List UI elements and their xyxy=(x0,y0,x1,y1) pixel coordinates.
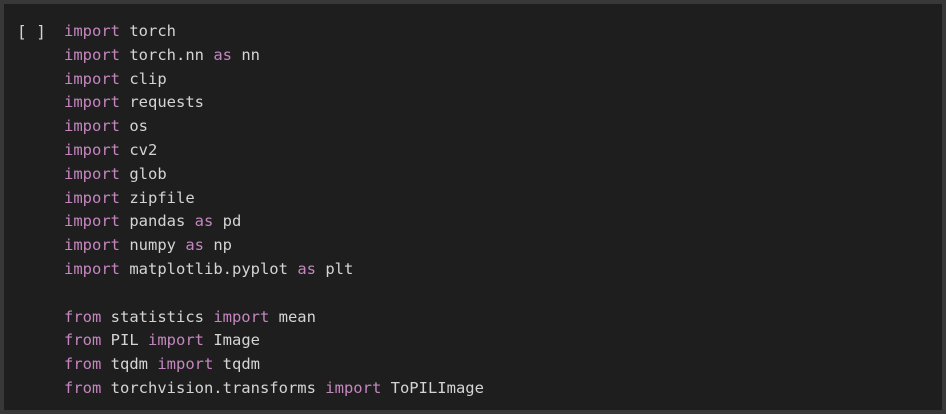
code-token: clip xyxy=(120,69,167,88)
keyword-token: import xyxy=(64,188,120,207)
code-line: import pandas as pd xyxy=(64,210,484,234)
keyword-token: import xyxy=(64,259,120,278)
keyword-token: import xyxy=(64,93,120,112)
code-token: pd xyxy=(213,212,242,231)
code-token: glob xyxy=(120,164,167,183)
keyword-token: as xyxy=(194,212,214,231)
keyword-token: import xyxy=(64,22,120,40)
code-line: import clip xyxy=(64,68,484,92)
keyword-token: import xyxy=(64,212,120,231)
code-line: from statistics import mean xyxy=(64,306,484,330)
keyword-token: import xyxy=(213,307,270,326)
code-editor[interactable]: import torch import torch.nn as nn import … xyxy=(64,20,484,401)
code-token: tqdm xyxy=(101,355,158,374)
code-line: from tqdm import tqdm xyxy=(64,353,484,377)
code-token: statistics xyxy=(101,307,214,326)
code-line: import os xyxy=(64,115,484,139)
code-token: plt xyxy=(315,259,354,278)
keyword-token: as xyxy=(213,45,232,64)
code-cell[interactable]: [ ] import torch import torch.nn as nn imp… xyxy=(4,4,942,410)
code-line: import zipfile xyxy=(64,187,484,211)
keyword-token: import xyxy=(64,117,120,136)
keyword-token: import xyxy=(64,236,120,255)
code-line: import numpy as np xyxy=(64,234,484,258)
keyword-token: import xyxy=(64,69,120,88)
code-line: import torch.nn as nn xyxy=(64,44,484,68)
keyword-token: from xyxy=(64,331,102,350)
keyword-token: from xyxy=(64,355,102,374)
code-token: matplotlib.pyplot xyxy=(120,259,298,278)
code-line: import matplotlib.pyplot as plt xyxy=(64,258,484,282)
keyword-token: import xyxy=(148,331,204,350)
keyword-token: from xyxy=(64,307,102,326)
code-token: torchvision.transforms xyxy=(101,378,326,397)
code-line: import glob xyxy=(64,163,484,187)
code-token: numpy xyxy=(120,236,186,255)
keyword-token: import xyxy=(325,378,382,397)
code-token: os xyxy=(120,117,148,136)
keyword-token: import xyxy=(64,45,120,64)
code-line: import requests xyxy=(64,91,484,115)
code-token: nn xyxy=(232,45,260,64)
code-token: requests xyxy=(120,93,204,112)
keyword-token: as xyxy=(297,259,316,278)
code-token: ToPILImage xyxy=(381,378,484,397)
code-token: torch.nn xyxy=(120,45,214,64)
keyword-token: import xyxy=(64,140,120,159)
keyword-token: from xyxy=(64,378,102,397)
code-token: np xyxy=(204,236,232,255)
code-token: PIL xyxy=(101,331,148,350)
code-token: mean xyxy=(269,307,316,326)
code-line: import torch xyxy=(64,20,484,44)
code-line: import cv2 xyxy=(64,139,484,163)
code-token: torch xyxy=(120,22,176,40)
run-cell-button[interactable]: [ ] xyxy=(17,20,46,44)
code-token: Image xyxy=(204,331,260,350)
keyword-token: as xyxy=(185,236,204,255)
keyword-token: import xyxy=(157,355,214,374)
code-line: from torchvision.transforms import ToPIL… xyxy=(64,377,484,401)
keyword-token: import xyxy=(64,164,120,183)
code-token: tqdm xyxy=(213,355,260,374)
code-line: from PIL import Image xyxy=(64,329,484,353)
code-token: pandas xyxy=(120,212,195,231)
code-token: cv2 xyxy=(120,140,158,159)
code-token: zipfile xyxy=(120,188,195,207)
